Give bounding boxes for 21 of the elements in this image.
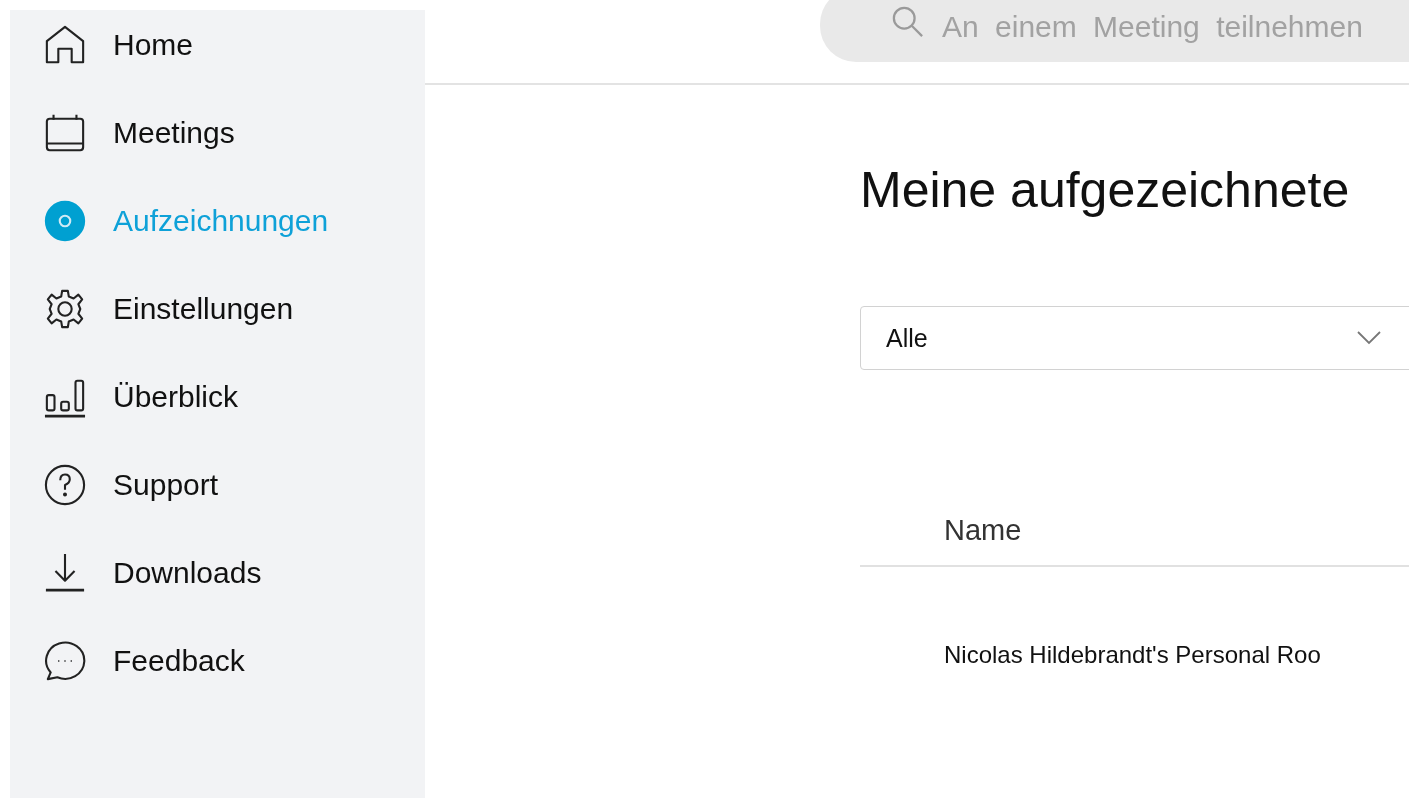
sidebar-item[interactable]: Support: [10, 461, 425, 509]
sidebar-item[interactable]: Überblick: [10, 373, 425, 421]
sidebar-item[interactable]: Meetings: [10, 109, 425, 157]
record-icon: [44, 200, 86, 242]
help-icon: [44, 464, 86, 506]
calendar-icon: [44, 112, 86, 154]
settings-icon: [44, 288, 86, 330]
search-field[interactable]: An einem Meeting teilnehmen: [820, 0, 1409, 62]
chat-bubble-icon: [44, 640, 86, 682]
search-icon: [892, 6, 924, 38]
chevron-down-icon: [1357, 331, 1381, 345]
page-title: Meine aufgezeichnete: [860, 161, 1351, 220]
sidebar-item[interactable]: Feedback: [10, 637, 425, 685]
download-icon: [44, 552, 86, 594]
home-icon: [44, 24, 86, 66]
filter-dropdown[interactable]: Alle: [860, 306, 1409, 370]
sidebar-item[interactable]: Downloads: [10, 549, 425, 597]
table-cell: Nicolas Hildebrandt's Personal Roo: [944, 641, 1321, 669]
sidebar-item[interactable]: Einstellungen: [10, 285, 425, 333]
column-header[interactable]: Name: [944, 513, 1022, 547]
sidebar-item[interactable]: Home: [10, 21, 425, 69]
